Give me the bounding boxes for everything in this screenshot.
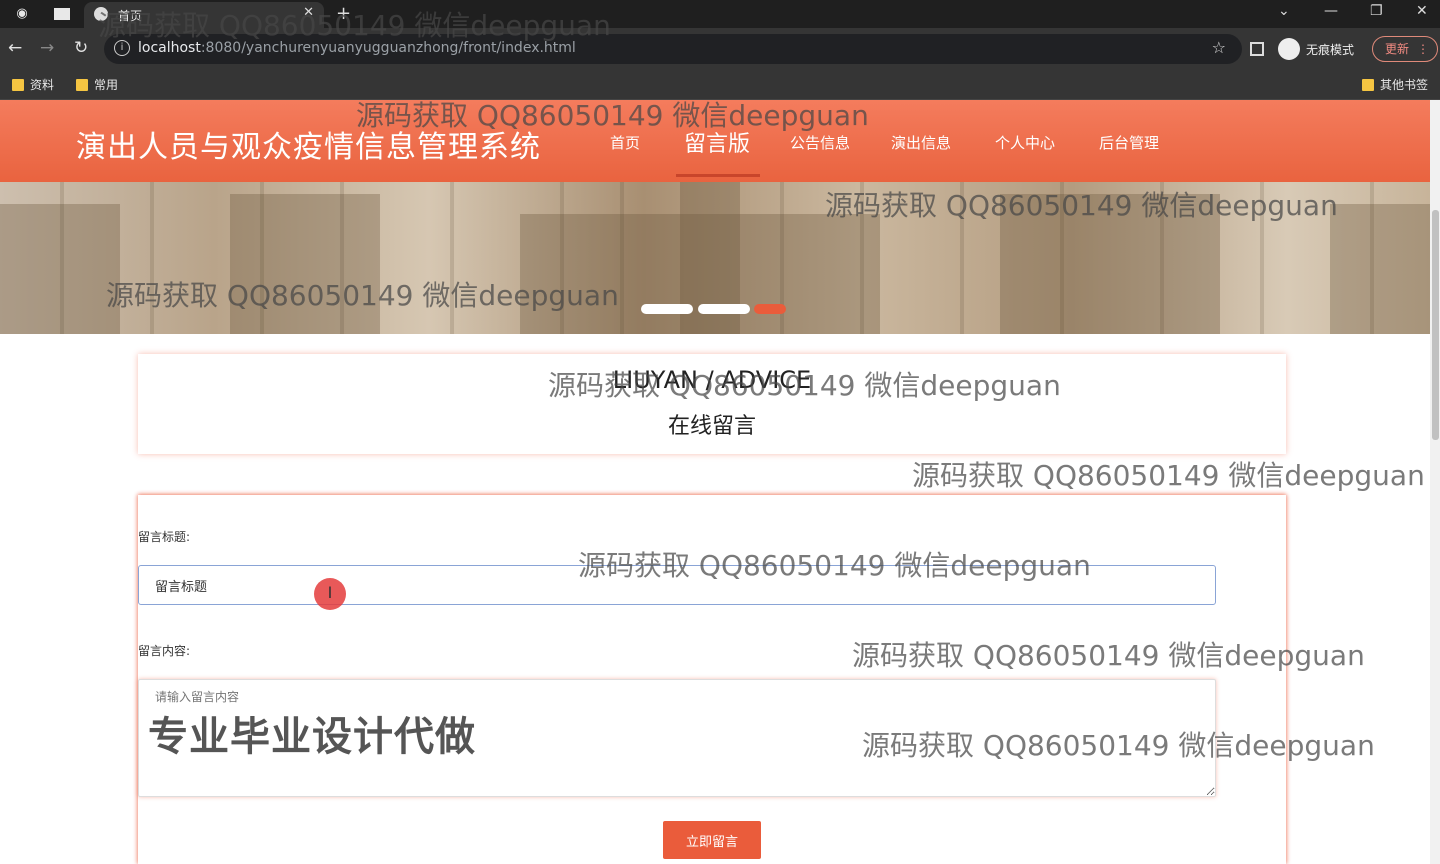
nav-announcements[interactable]: 公告信息 (790, 132, 850, 153)
watermark: 源码获取 QQ86050149 微信deepguan (912, 459, 1425, 492)
site-info-icon[interactable]: i (114, 40, 130, 56)
tab-title: 首页 (118, 9, 143, 23)
nav-home[interactable]: 首页 (610, 132, 640, 153)
bookmark-star-icon[interactable]: ☆ (1212, 38, 1226, 57)
message-form-card: 留言标题: 留言内容: 立即留言 (138, 495, 1286, 864)
banner-carousel (0, 182, 1430, 334)
folder-icon (76, 78, 88, 91)
more-vert-icon: ⋮ (1417, 42, 1429, 56)
close-window-icon[interactable]: ✕ (1416, 3, 1428, 19)
forward-icon[interactable]: → (40, 38, 54, 58)
banner-building (1000, 194, 1220, 334)
submit-message-button[interactable]: 立即留言 (663, 821, 761, 859)
globe-icon (94, 7, 108, 21)
nav-admin[interactable]: 后台管理 (1099, 132, 1159, 153)
tab-search-icon[interactable] (54, 8, 70, 20)
advice-heading-card: LIUYAN / ADVICE 在线留言 (138, 354, 1286, 454)
bookmark-label: 常用 (94, 78, 119, 92)
text-cursor-icon: I (314, 578, 346, 610)
advice-heading-cn: 在线留言 (667, 414, 756, 439)
folder-icon (1362, 78, 1374, 91)
bookmark-label: 资料 (30, 78, 55, 92)
carousel-dot-3[interactable] (754, 304, 786, 314)
page-scrollbar-thumb[interactable] (1432, 210, 1439, 440)
banner-building (230, 194, 380, 334)
close-tab-icon[interactable]: ✕ (303, 5, 314, 20)
carousel-dot-1[interactable] (641, 304, 693, 314)
nav-message-board[interactable]: 留言版 (684, 126, 750, 158)
side-panel-icon[interactable] (1250, 42, 1264, 56)
restore-icon[interactable]: ❐ (1370, 3, 1383, 19)
browser-menu-icon[interactable]: ◉ (14, 6, 30, 22)
update-button[interactable]: 更新 ⋮ (1372, 36, 1438, 62)
bookmark-folder-ziliao[interactable]: 资料 (12, 76, 54, 93)
title-label: 留言标题: (138, 530, 191, 544)
carousel-dot-2[interactable] (698, 304, 750, 314)
back-icon[interactable]: ← (8, 38, 22, 58)
reload-icon[interactable]: ↻ (74, 38, 88, 58)
content-label: 留言内容: (138, 644, 191, 658)
address-toolbar: ← → ↻ i localhost:8080/yanchurenyuanyugg… (0, 28, 1440, 70)
url-input[interactable]: i localhost:8080/yanchurenyuanyugguanzho… (104, 34, 1242, 64)
incognito-icon (1278, 38, 1300, 60)
bookmark-folder-changyong[interactable]: 常用 (76, 76, 118, 93)
site-title: 演出人员与观众疫情信息管理系统 (76, 130, 541, 165)
incognito-indicator[interactable]: 无痕模式 (1278, 36, 1354, 62)
site-header: 演出人员与观众疫情信息管理系统 首页 留言版 公告信息 演出信息 个人中心 后台… (0, 100, 1430, 182)
active-nav-underline (676, 174, 760, 177)
incognito-label: 无痕模式 (1306, 42, 1355, 57)
minimize-icon[interactable]: — (1324, 3, 1338, 19)
advice-heading-en: LIUYAN / ADVICE (612, 366, 812, 394)
new-tab-icon[interactable]: + (336, 3, 351, 24)
url-text: localhost:8080/yanchurenyuanyugguanzhong… (138, 40, 576, 56)
browser-tab-bar: ◉ 首页 ✕ + ⌄ — ❐ ✕ (0, 0, 1440, 28)
update-label: 更新 (1385, 42, 1410, 56)
tab-list-chevron-icon[interactable]: ⌄ (1278, 3, 1290, 19)
overlay-ad-text: 专业毕业设计代做 (148, 714, 476, 760)
folder-icon (12, 78, 24, 91)
message-title-input[interactable] (138, 565, 1216, 605)
bookmarks-bar: 资料 常用 其他书签 (0, 70, 1440, 100)
nav-personal-center[interactable]: 个人中心 (995, 132, 1055, 153)
browser-tab-home[interactable]: 首页 ✕ (84, 2, 324, 28)
nav-performances[interactable]: 演出信息 (891, 132, 951, 153)
other-bookmarks-label: 其他书签 (1380, 78, 1429, 92)
other-bookmarks[interactable]: 其他书签 (1362, 76, 1428, 93)
banner-building (1330, 204, 1430, 334)
